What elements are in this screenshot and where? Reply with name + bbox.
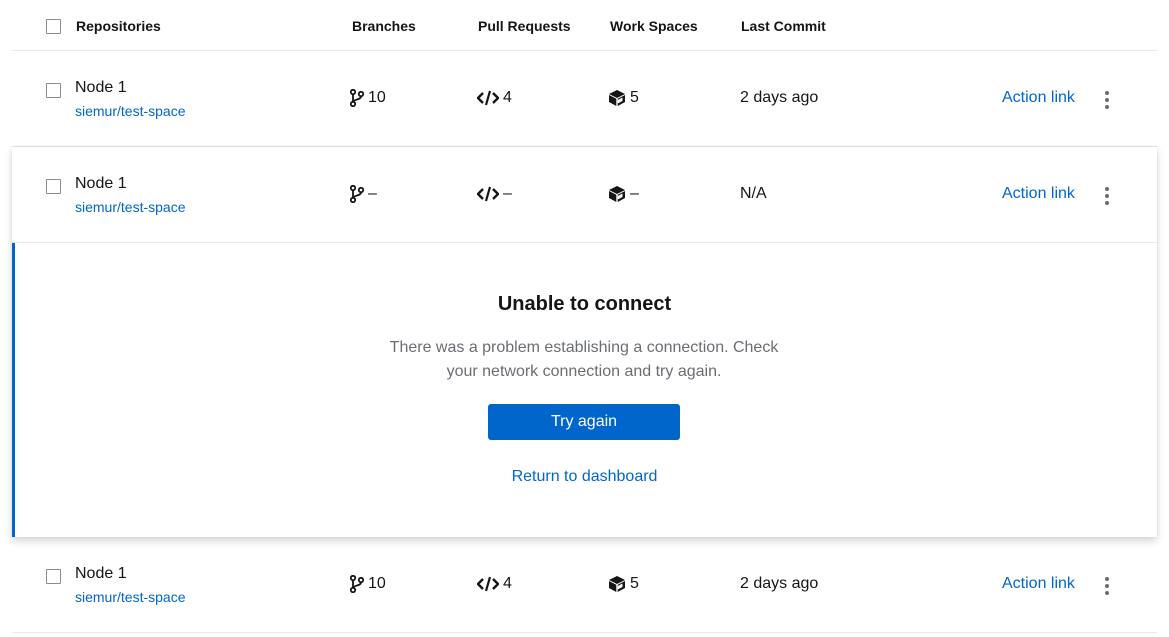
empty-state: Unable to connect There was a problem es… — [12, 243, 1157, 537]
pull-requests-count: 4 — [503, 575, 512, 592]
table-row: Node 1 siemur/test-space – – – N/A Actio… — [12, 147, 1157, 243]
code-icon — [477, 186, 499, 202]
last-commit: 2 days ago — [740, 575, 819, 592]
return-to-dashboard-link: Return to dashboard — [12, 468, 1157, 486]
code-branch-icon — [350, 575, 364, 593]
cube-icon — [609, 576, 625, 592]
branches-cell: 10 — [350, 575, 386, 593]
repo-name: Node 1 — [75, 175, 127, 192]
header-branches[interactable]: Branches — [352, 18, 416, 34]
kebab-menu-icon[interactable] — [1103, 91, 1111, 109]
branches-cell: 10 — [350, 89, 386, 107]
kebab-menu-icon[interactable] — [1103, 187, 1111, 205]
branches-cell: – — [350, 185, 377, 203]
pull-requests-count: 4 — [503, 89, 512, 106]
empty-state-title: Unable to connect — [497, 293, 672, 315]
table-row: Node 1 siemur/test-space 10 4 5 2 days a… — [12, 51, 1157, 147]
work-spaces-count: 5 — [630, 575, 639, 592]
branches-count: – — [368, 185, 377, 202]
branches-count: 10 — [368, 89, 386, 106]
repo-link[interactable]: siemur/test-space — [75, 103, 185, 119]
work-spaces-cell: 5 — [608, 575, 639, 593]
work-spaces-count: – — [630, 185, 639, 202]
repo-name: Node 1 — [75, 79, 127, 96]
branches-count: 10 — [368, 575, 386, 592]
header-repositories[interactable]: Repositories — [76, 18, 161, 34]
pull-requests-cell: 4 — [477, 575, 512, 593]
try-again-button[interactable]: Try again — [488, 404, 680, 440]
last-commit: 2 days ago — [740, 89, 819, 106]
repo-link[interactable]: siemur/test-space — [75, 589, 185, 605]
table-header: Repositories Branches Pull Requests Work… — [12, 0, 1157, 51]
repo-link[interactable]: siemur/test-space — [75, 199, 185, 215]
code-icon — [477, 90, 499, 106]
header-work-spaces[interactable]: Work Spaces — [610, 18, 698, 34]
header-last-commit[interactable]: Last Commit — [741, 18, 826, 34]
work-spaces-count: 5 — [630, 89, 639, 106]
row-checkbox[interactable] — [46, 569, 61, 584]
cube-icon — [609, 186, 625, 202]
last-commit: N/A — [740, 185, 767, 202]
repo-name: Node 1 — [75, 565, 127, 582]
kebab-menu-icon[interactable] — [1103, 577, 1111, 595]
cube-icon — [609, 90, 625, 106]
code-branch-icon — [350, 185, 364, 203]
expanded-row: Node 1 siemur/test-space – – – N/A Actio… — [12, 147, 1157, 537]
row-checkbox[interactable] — [46, 179, 61, 194]
select-all-checkbox[interactable] — [46, 19, 61, 34]
pull-requests-count: – — [503, 185, 512, 202]
header-pull-requests[interactable]: Pull Requests — [478, 18, 571, 34]
action-link[interactable]: Action link — [1002, 89, 1075, 107]
table-row: Node 1 siemur/test-space 10 4 5 2 days a… — [12, 537, 1157, 633]
code-branch-icon — [350, 89, 364, 107]
pull-requests-cell: 4 — [477, 89, 512, 107]
return-to-dashboard-link-text[interactable]: Return to dashboard — [512, 468, 658, 485]
work-spaces-cell: 5 — [608, 89, 639, 107]
code-icon — [477, 576, 499, 592]
row-checkbox[interactable] — [46, 83, 61, 98]
action-link[interactable]: Action link — [1002, 575, 1075, 593]
repositories-table: Repositories Branches Pull Requests Work… — [12, 0, 1157, 147]
empty-state-body: There was a problem establishing a conne… — [389, 339, 779, 380]
action-link[interactable]: Action link — [1002, 185, 1075, 203]
work-spaces-cell: – — [608, 185, 639, 203]
pull-requests-cell: – — [477, 185, 512, 203]
